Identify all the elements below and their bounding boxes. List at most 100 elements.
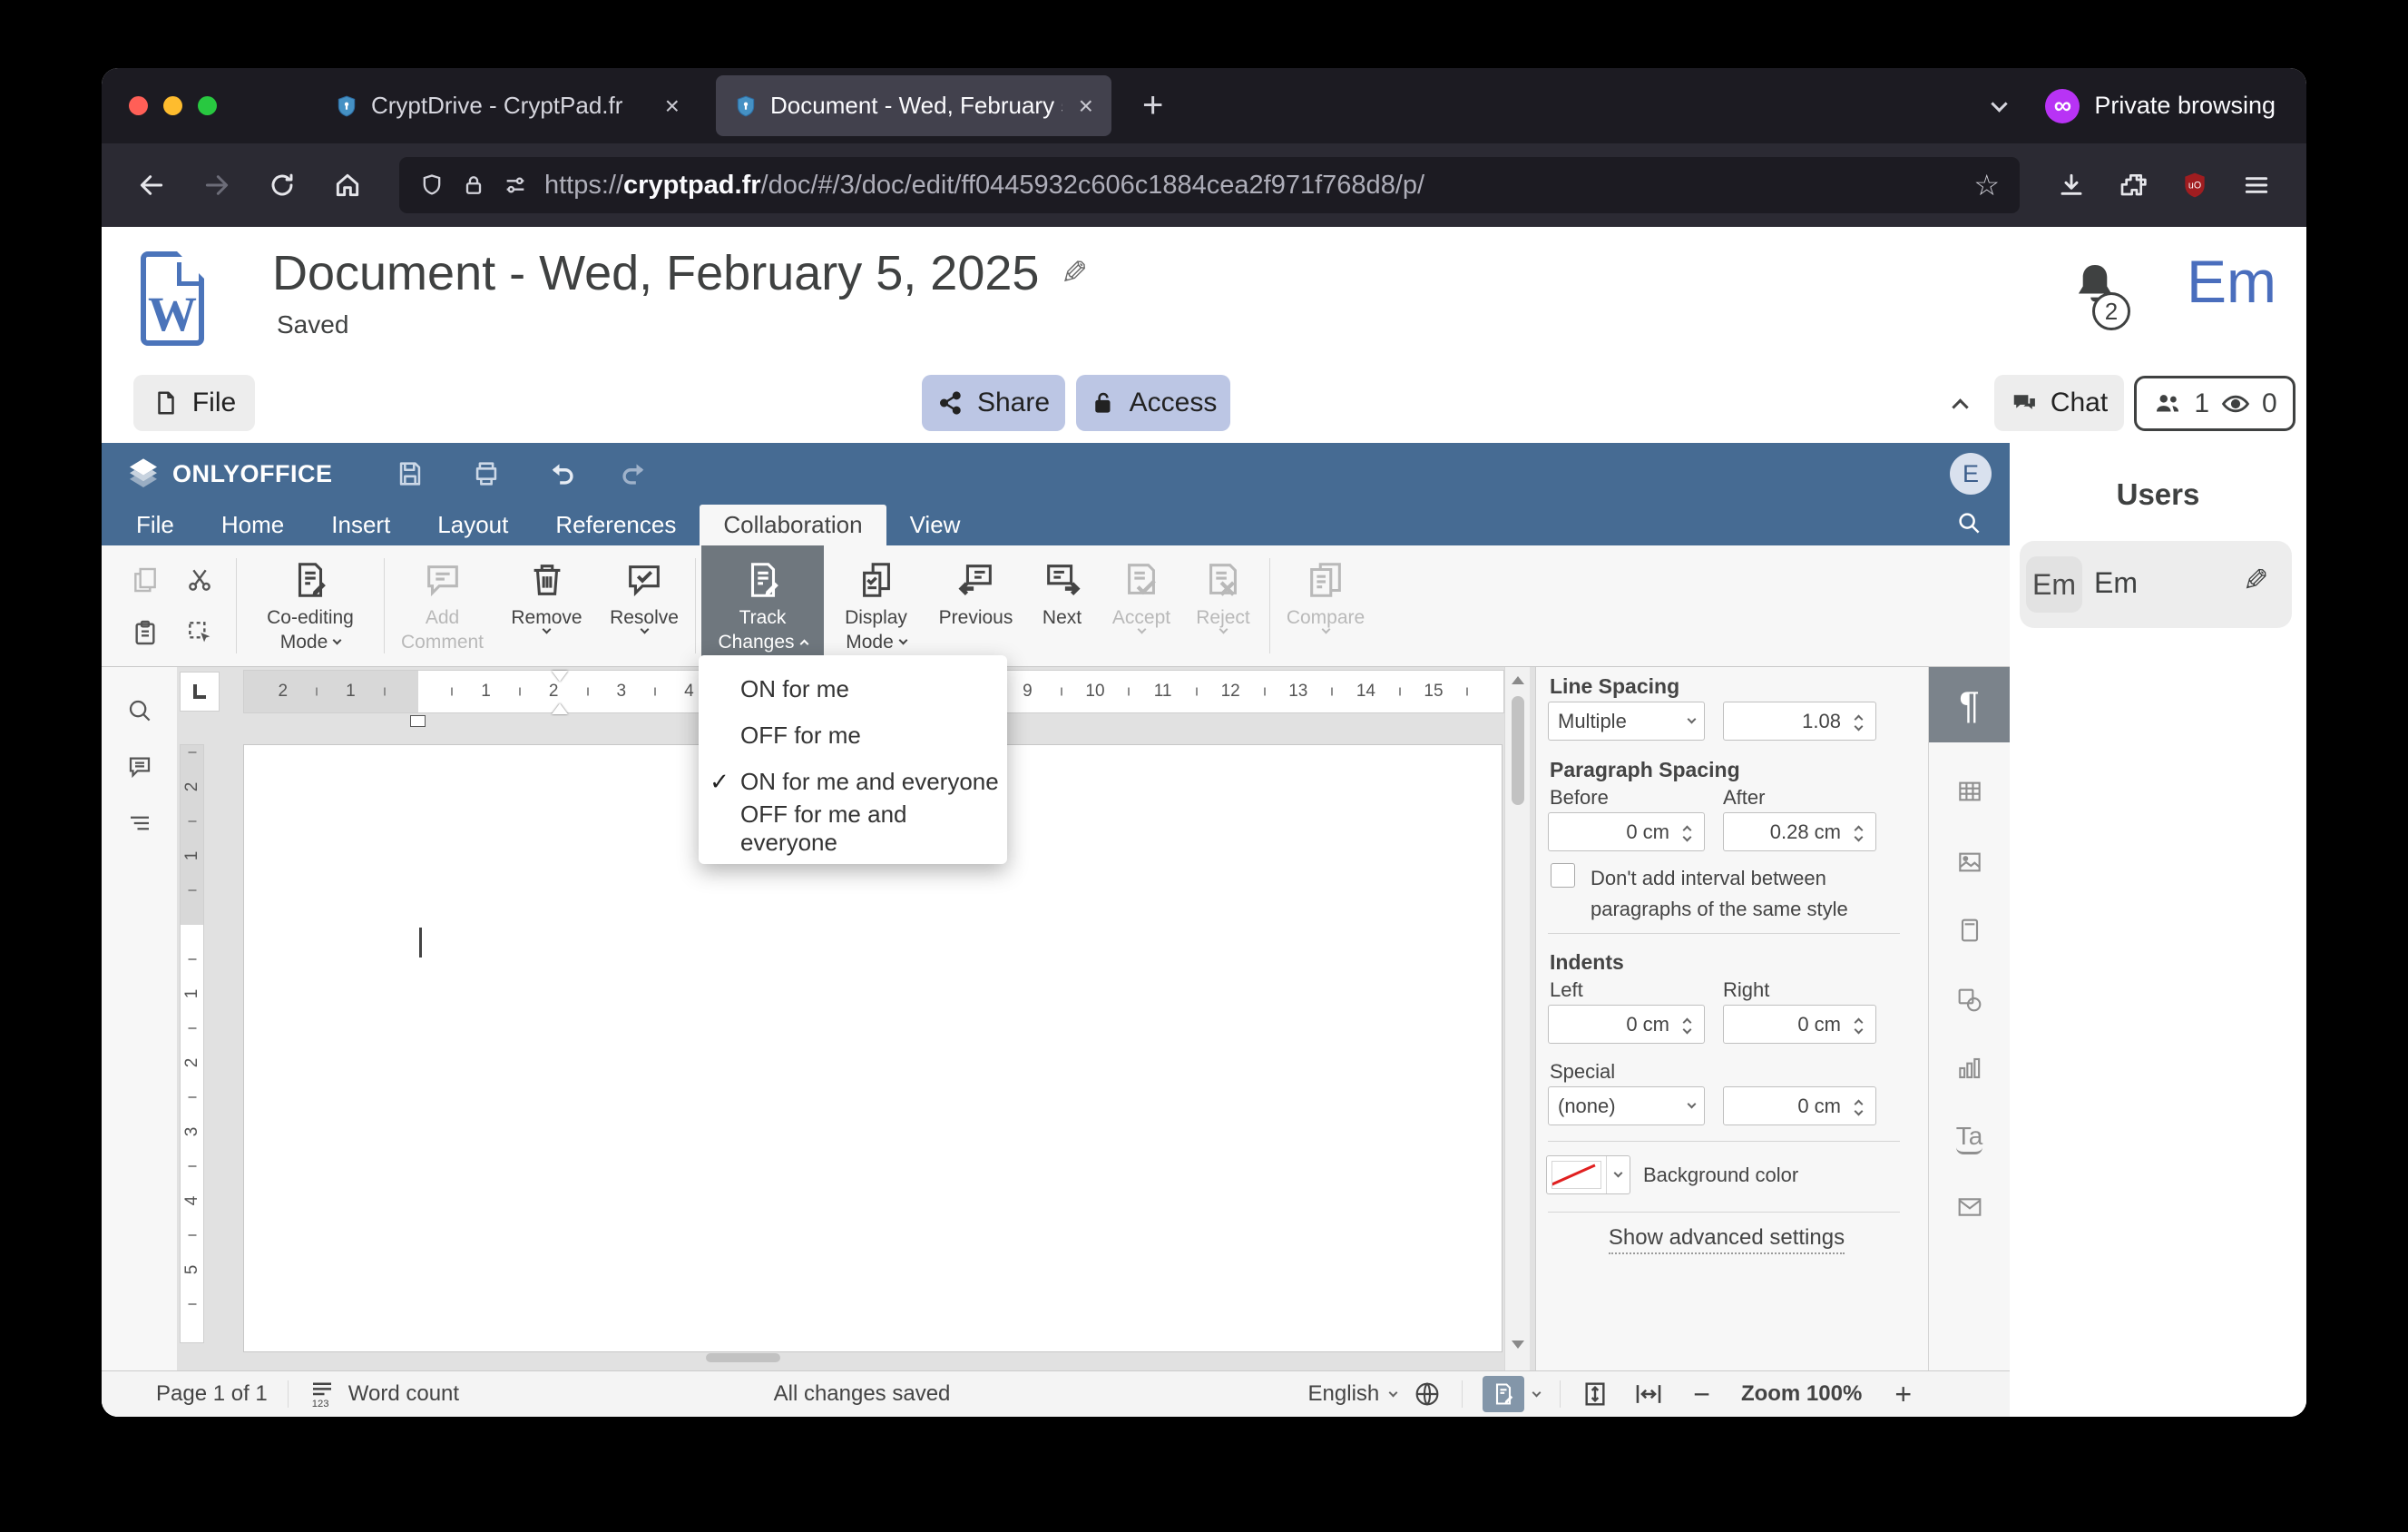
menu-item[interactable]: OFF for me and everyone [699,800,1007,856]
close-window-button[interactable] [129,96,148,115]
indent-left-input[interactable]: 0 cm [1548,1005,1705,1044]
display-mode-button[interactable]: Display Mode [824,545,928,666]
next-change-button[interactable]: Next [1023,545,1101,666]
redo-icon[interactable] [616,457,651,491]
menu-item[interactable]: ✓ ON for me and everyone [699,759,1007,805]
header-footer-settings-tab[interactable] [1929,897,2010,964]
paragraph-settings-tab[interactable]: ¶ [1929,667,2010,742]
spinner-arrows[interactable] [1679,1016,1695,1035]
special-number-input[interactable]: 0 cm [1723,1086,1876,1125]
scroll-down-arrow-icon[interactable] [1511,1340,1524,1349]
no-interval-checkbox[interactable] [1551,863,1575,888]
reject-change-button[interactable]: Reject [1182,545,1264,666]
connection-lock-icon[interactable] [461,172,486,198]
menu-item[interactable]: OFF for me [699,712,1007,759]
spinner-arrows[interactable] [1850,1016,1866,1035]
tab-collaboration[interactable]: Collaboration [700,505,886,545]
tab-document[interactable]: Document - Wed, February 5, 20 × [716,75,1111,136]
share-button[interactable]: Share [922,375,1065,431]
resolve-button[interactable]: Resolve [599,545,690,666]
home-button[interactable] [321,159,374,211]
save-icon[interactable] [393,457,427,491]
indent-right-input[interactable]: 0 cm [1723,1005,1876,1044]
close-tab-icon[interactable]: × [1075,92,1097,121]
tab-cryptdrive[interactable]: CryptDrive - CryptPad.fr × [317,75,698,136]
spinner-arrows[interactable] [1679,823,1695,842]
reload-button[interactable] [256,159,308,211]
spacing-before-input[interactable]: 0 cm [1548,812,1705,851]
spacing-after-input[interactable]: 0.28 cm [1723,812,1876,851]
forward-button[interactable] [191,159,243,211]
back-button[interactable] [125,159,178,211]
minimize-window-button[interactable] [163,96,182,115]
rename-pencil-icon[interactable]: ✎ [1061,254,1088,292]
indent-square-marker[interactable] [410,715,426,727]
tab-stop-selector[interactable] [180,672,220,712]
url-bar[interactable]: https://cryptpad.fr/doc/#/3/doc/edit/ff0… [399,157,2020,213]
vertical-ruler[interactable]: 2112345 [180,744,204,1343]
url-text[interactable]: https://cryptpad.fr/doc/#/3/doc/edit/ff0… [544,171,1957,201]
menu-hamburger-icon[interactable] [2230,159,2283,211]
table-settings-tab[interactable] [1929,758,2010,825]
word-count-label[interactable]: Word count [348,1381,459,1407]
extensions-icon[interactable] [2107,159,2159,211]
tab-view[interactable]: View [886,505,984,545]
cut-icon[interactable] [178,558,221,602]
ublock-origin-icon[interactable]: uO [2168,159,2221,211]
maximize-window-button[interactable] [198,96,217,115]
copy-icon[interactable] [123,558,167,602]
zoom-level[interactable]: Zoom 100% [1741,1381,1862,1407]
add-comment-button[interactable]: Add Comment [390,545,494,666]
shape-settings-tab[interactable] [1929,967,2010,1034]
line-spacing-select[interactable]: Multiple [1548,702,1705,741]
vertical-scroll-thumb[interactable] [1512,696,1524,805]
list-tabs-chevron-icon[interactable] [1991,94,2009,114]
chat-button[interactable]: Chat [1994,375,2124,431]
spinner-arrows[interactable] [1850,712,1866,732]
vertical-scrollbar[interactable] [1504,667,1530,1370]
left-indent-marker[interactable] [552,703,568,714]
bookmark-star-icon[interactable]: ☆ [1973,168,2000,202]
tab-home[interactable]: Home [198,505,308,545]
spinner-arrows[interactable] [1850,823,1866,842]
presence-indicator[interactable]: 1 0 [2134,376,2295,431]
comments-icon[interactable] [122,749,158,785]
search-icon[interactable] [1955,509,1982,541]
first-line-indent-marker[interactable] [552,671,568,682]
undo-icon[interactable] [545,457,580,491]
permissions-icon[interactable] [503,172,528,198]
tab-insert[interactable]: Insert [308,505,414,545]
menu-item[interactable]: ON for me [699,666,1007,712]
edit-name-pencil-icon[interactable]: ✎ [2243,563,2269,599]
track-changes-button[interactable]: Track Changes [701,545,824,666]
background-color-picker[interactable] [1546,1155,1630,1194]
close-tab-icon[interactable]: × [661,92,683,121]
page-indicator[interactable]: Page 1 of 1 [156,1381,268,1407]
coediting-mode-button[interactable]: Co-editing Mode [242,545,378,666]
horizontal-scroll-thumb[interactable] [706,1353,780,1362]
image-settings-tab[interactable] [1929,829,2010,896]
tab-layout[interactable]: Layout [414,505,532,545]
collapse-toolbar-button[interactable] [1933,383,1987,427]
zoom-in-button[interactable]: + [1894,1378,1912,1411]
find-icon[interactable] [122,692,158,729]
mail-merge-tab[interactable] [1929,1174,2010,1241]
tab-file[interactable]: File [113,505,198,545]
chart-settings-tab[interactable] [1929,1035,2010,1102]
spellcheck-globe-icon[interactable] [1413,1380,1442,1409]
file-menu-button[interactable]: File [133,375,255,431]
spinner-arrows[interactable] [1850,1097,1866,1116]
scroll-up-arrow-icon[interactable] [1511,676,1524,684]
line-spacing-number-input[interactable]: 1.08 [1723,702,1876,741]
compare-button[interactable]: Compare [1276,545,1375,666]
remove-comment-button[interactable]: Remove [494,545,599,666]
accept-change-button[interactable]: Accept [1101,545,1182,666]
special-select[interactable]: (none) [1548,1086,1705,1125]
textart-settings-tab[interactable]: Ta [1929,1105,2010,1172]
zoom-out-button[interactable]: − [1693,1378,1710,1411]
language-selector[interactable]: English [1308,1381,1380,1407]
horizontal-scrollbar[interactable] [177,1350,1504,1365]
select-all-icon[interactable] [178,611,221,654]
notifications-bell[interactable]: 2 [2069,260,2132,332]
fit-page-icon[interactable] [1581,1380,1610,1409]
